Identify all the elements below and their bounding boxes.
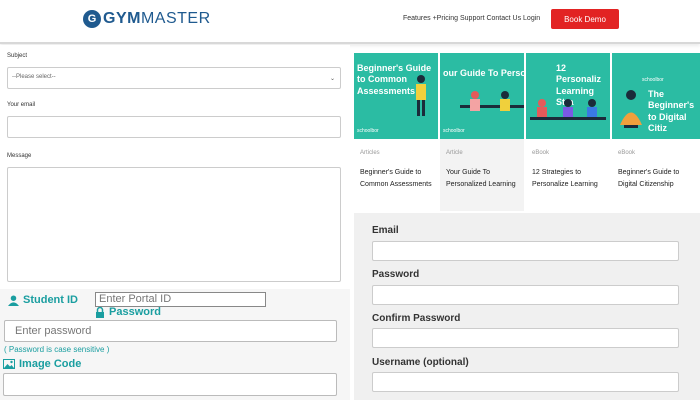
student-id-input[interactable]: Enter Portal ID bbox=[95, 292, 266, 307]
article-thumbnail: Beginner's Guide to Common Assessments s… bbox=[354, 53, 438, 139]
lock-icon bbox=[96, 306, 104, 318]
student-id-label: Student ID bbox=[8, 294, 78, 306]
reg-confirm-label: Confirm Password bbox=[372, 313, 461, 324]
article-thumbnail: schoolbor The Beginner's to Digital Citi… bbox=[612, 53, 700, 139]
reg-confirm-field[interactable] bbox=[372, 328, 679, 348]
message-textarea[interactable] bbox=[7, 167, 341, 282]
site-header: G GYMMASTER Features +Pricing Support Co… bbox=[0, 0, 700, 44]
subject-value: --Please select-- bbox=[12, 74, 56, 80]
subject-label: Subject bbox=[7, 53, 28, 59]
reg-username-label: Username (optional) bbox=[372, 357, 469, 368]
user-icon bbox=[8, 294, 19, 306]
illustration-icon bbox=[416, 75, 426, 116]
image-code-label: Image Code bbox=[3, 358, 81, 370]
message-label: Message bbox=[7, 153, 32, 159]
registration-form: Email Password Confirm Password Username… bbox=[354, 213, 700, 400]
top-nav[interactable]: Features +Pricing Support Contact Us Log… bbox=[403, 15, 540, 22]
logo-mark-icon: G bbox=[83, 10, 101, 28]
reg-password-field[interactable] bbox=[372, 285, 679, 305]
article-card[interactable]: schoolbor The Beginner's to Digital Citi… bbox=[612, 53, 700, 211]
illustration-icon bbox=[620, 90, 642, 128]
article-card[interactable]: 12 Personaliz Learning Stra eBook 12 Str… bbox=[526, 53, 610, 211]
illustration-icon bbox=[530, 99, 606, 120]
password-input[interactable]: Enter password bbox=[4, 320, 337, 342]
reg-email-label: Email bbox=[372, 225, 399, 236]
gymmaster-logo[interactable]: G GYMMASTER bbox=[83, 10, 211, 28]
article-thumbnail: 12 Personaliz Learning Stra bbox=[526, 53, 610, 139]
contact-form: Subject --Please select-- ⌄ Your email M… bbox=[0, 45, 350, 289]
articles-strip: Beginner's Guide to Common Assessments s… bbox=[354, 53, 700, 213]
subject-select[interactable]: --Please select-- ⌄ bbox=[7, 67, 341, 89]
article-thumbnail: our Guide To Personalized Le schoolbor bbox=[440, 53, 524, 139]
student-login-panel: Student ID Enter Portal ID Password Ente… bbox=[0, 289, 350, 400]
case-sensitive-note: ( Password is case sensitive ) bbox=[4, 345, 110, 354]
logo-text: GYMMASTER bbox=[103, 10, 211, 27]
reg-username-field[interactable] bbox=[372, 372, 679, 392]
email-field[interactable] bbox=[7, 116, 341, 138]
book-demo-button[interactable]: Book Demo bbox=[551, 9, 619, 29]
image-icon bbox=[3, 359, 15, 369]
image-code-input[interactable] bbox=[3, 373, 337, 396]
reg-email-field[interactable] bbox=[372, 241, 679, 261]
password-label: Password bbox=[95, 306, 161, 318]
email-label: Your email bbox=[7, 102, 36, 108]
reg-password-label: Password bbox=[372, 269, 420, 280]
article-card[interactable]: Beginner's Guide to Common Assessments s… bbox=[354, 53, 438, 211]
illustration-icon bbox=[460, 91, 524, 111]
article-card[interactable]: our Guide To Personalized Le schoolbor A… bbox=[440, 53, 524, 211]
chevron-down-icon: ⌄ bbox=[329, 76, 335, 82]
